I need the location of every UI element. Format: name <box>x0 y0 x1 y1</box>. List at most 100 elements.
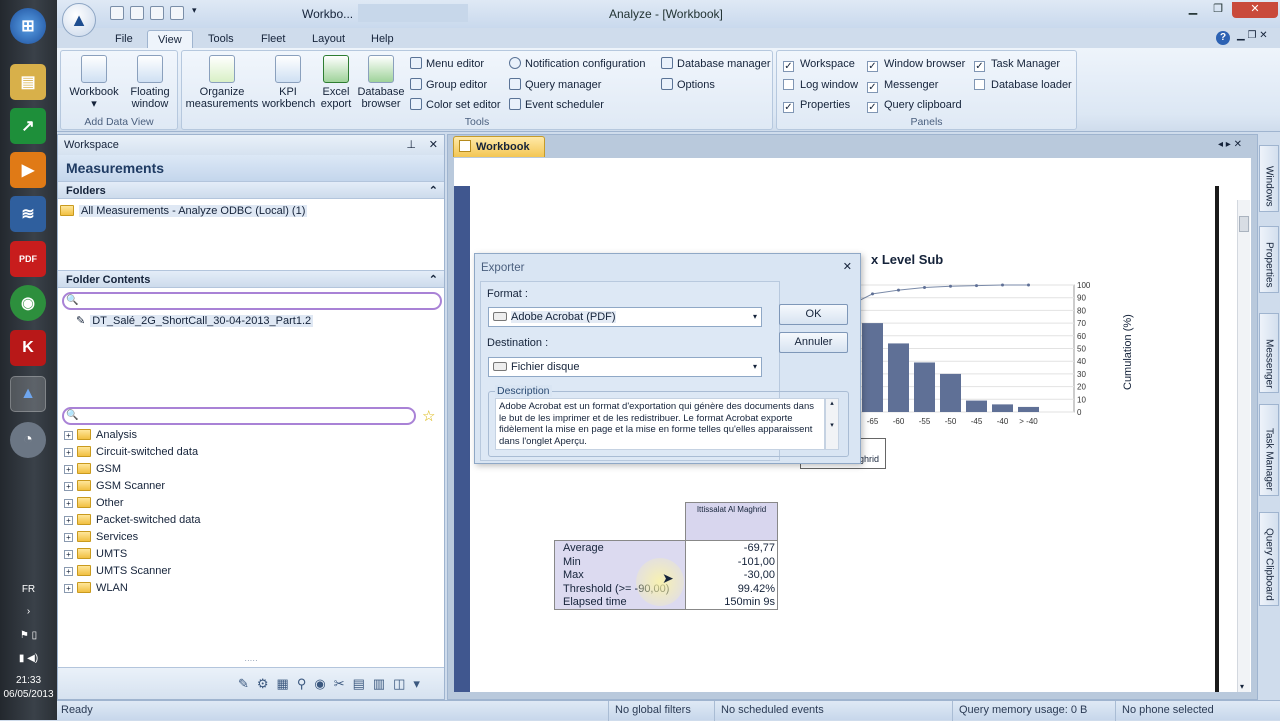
analyze-app-icon[interactable]: ▲ <box>10 376 46 412</box>
side-tab-task-manager[interactable]: Task Manager <box>1259 404 1279 496</box>
menu-editor-button[interactable]: Menu editor <box>410 56 484 72</box>
clock-date[interactable]: 06/05/2013 <box>0 689 57 700</box>
scroll-thumb[interactable] <box>1239 216 1249 232</box>
dialog-close-icon[interactable]: ✕ <box>843 260 852 273</box>
side-tab-query-clipboard[interactable]: Query Clipboard <box>1259 512 1279 606</box>
scroll-down-icon[interactable]: ▾ <box>1240 682 1244 691</box>
collapse-icon[interactable]: ⌃ <box>429 182 438 200</box>
pin-icon[interactable]: ⊥ <box>406 135 416 155</box>
close-button[interactable]: ✕ <box>1232 2 1278 18</box>
start-button-icon[interactable]: ⊞ <box>10 8 46 44</box>
measurement-file-item[interactable]: ✎ DT_Salé_2G_ShortCall_30-04-2013_Part1.2 <box>76 313 314 329</box>
side-tab-messenger[interactable]: Messenger <box>1259 313 1279 393</box>
quick-folder-icon[interactable] <box>110 6 124 20</box>
tree-item[interactable]: + Packet-switched data <box>64 512 201 528</box>
event-scheduler-button[interactable]: Event scheduler <box>509 97 604 113</box>
ok-button[interactable]: OK <box>779 304 848 325</box>
tab-view[interactable]: View <box>147 30 193 48</box>
restore-button[interactable]: ❐ <box>1205 2 1231 18</box>
splitter-grip[interactable]: ····· <box>58 657 444 665</box>
contents-search-input[interactable]: 🔍 <box>62 292 442 310</box>
folders-header[interactable]: Folders ⌃ <box>58 181 444 199</box>
media-player-icon[interactable]: ▶ <box>10 152 46 188</box>
tray-icons[interactable]: ⚑ ▯ <box>0 630 57 641</box>
tab-tools[interactable]: Tools <box>198 30 244 48</box>
tree-item[interactable]: + UMTS Scanner <box>64 563 171 579</box>
tree-item[interactable]: + GSM Scanner <box>64 478 165 494</box>
workbook-button[interactable]: Workbook ▾ <box>65 55 123 110</box>
side-tab-properties[interactable]: Properties <box>1259 226 1279 293</box>
kaspersky-icon[interactable]: K <box>10 330 46 366</box>
folder-contents-header[interactable]: Folder Contents ⌃ <box>58 270 444 288</box>
panel-properties-checkbox[interactable]: ✓ Properties <box>783 97 850 113</box>
tree-item[interactable]: + UMTS <box>64 546 127 562</box>
folder-icon <box>77 497 91 508</box>
quick-print-icon[interactable] <box>130 6 144 20</box>
toolbar-icons[interactable]: ✎⚙▦⚲◉✂▤▥◫▾ <box>238 676 428 692</box>
explorer-icon[interactable]: ▤ <box>10 64 46 100</box>
database-browser-button[interactable]: Database browser <box>356 55 406 110</box>
notification-configuration-button[interactable]: Notification configuration <box>509 56 645 72</box>
ribbon-minimize-icon[interactable]: ▁ ❐ ✕ <box>1237 30 1268 41</box>
query-manager-button[interactable]: Query manager <box>509 77 601 93</box>
floating-window-button[interactable]: Floating window <box>123 55 177 110</box>
tree-item[interactable]: + Services <box>64 529 138 545</box>
folder-all-measurements[interactable]: All Measurements - Analyze ODBC (Local) … <box>60 203 308 219</box>
minimize-button[interactable]: ▁ <box>1180 2 1206 18</box>
description-scrollbar[interactable]: ▴ ▾ <box>825 398 839 450</box>
quick-save-icon[interactable] <box>150 6 164 20</box>
panel-messenger-checkbox[interactable]: ✓ Messenger <box>867 77 938 93</box>
application-logo-icon[interactable]: ▲ <box>62 3 96 37</box>
quick-access-dropdown-icon[interactable]: ▾ <box>192 5 197 16</box>
favorite-star-icon[interactable]: ☆ <box>422 407 435 425</box>
clock-time[interactable]: 21:33 <box>0 675 57 686</box>
panel-log-window-checkbox[interactable]: Log window <box>783 77 858 93</box>
tree-item[interactable]: + Circuit-switched data <box>64 444 198 460</box>
help-icon[interactable]: ? <box>1216 31 1230 45</box>
globe-app-icon[interactable]: ◉ <box>10 285 46 321</box>
tab-layout[interactable]: Layout <box>302 30 355 48</box>
tree-item[interactable]: + WLAN <box>64 580 128 596</box>
tray-volume-icon[interactable]: ▮ ◀) <box>0 653 57 664</box>
collapse-icon[interactable]: ⌃ <box>429 271 438 289</box>
doc-nav-icons[interactable]: ◂ ▸ ✕ <box>1218 139 1242 150</box>
panel-workspace-checkbox[interactable]: ✓ Workspace <box>783 56 855 72</box>
group-editor-button[interactable]: Group editor <box>410 77 487 93</box>
tray-expand-icon[interactable]: › <box>0 606 57 617</box>
chart-app-icon[interactable]: ↗ <box>10 108 46 144</box>
expand-icon: + <box>64 482 73 491</box>
side-tab-windows[interactable]: Windows <box>1259 145 1279 212</box>
tab-help[interactable]: Help <box>361 30 404 48</box>
cancel-button[interactable]: Annuler <box>779 332 848 353</box>
tree-item[interactable]: + GSM <box>64 461 121 477</box>
cursor-highlight <box>636 558 684 606</box>
language-indicator[interactable]: FR <box>0 584 57 595</box>
gauge-app-icon[interactable]: ◔ <box>10 422 46 458</box>
options-button[interactable]: Options <box>661 77 715 93</box>
database-manager-button[interactable]: Database manager <box>661 56 771 72</box>
panel-database-loader-checkbox[interactable]: Database loader <box>974 77 1072 93</box>
y2-tick-label: 20 <box>1077 383 1086 392</box>
panel-task-manager-checkbox[interactable]: ✓ Task Manager <box>974 56 1060 72</box>
cumulative-point <box>871 292 874 296</box>
wifi-app-icon[interactable]: ≋ <box>10 196 46 232</box>
workbook-tab[interactable]: Workbook <box>453 136 545 157</box>
panel-window-browser-checkbox[interactable]: ✓ Window browser <box>867 56 965 72</box>
destination-select[interactable]: Fichier disque ▾ <box>488 357 762 377</box>
workspace-close-icon[interactable]: ✕ <box>429 135 438 155</box>
format-select[interactable]: Adobe Acrobat (PDF) ▾ <box>488 307 762 327</box>
tab-fleet[interactable]: Fleet <box>251 30 295 48</box>
tree-item[interactable]: + Other <box>64 495 124 511</box>
vertical-scrollbar[interactable]: ▾ <box>1237 200 1250 692</box>
color-set-editor-button[interactable]: Color set editor <box>410 97 501 113</box>
excel-export-button[interactable]: Excel export <box>318 55 354 110</box>
expand-icon: + <box>64 584 73 593</box>
pdf-app-icon[interactable]: PDF <box>10 241 46 277</box>
tab-file[interactable]: File <box>105 30 143 48</box>
kpi-workbench-button[interactable]: KPI workbench <box>262 55 315 110</box>
quick-close-icon[interactable] <box>170 6 184 20</box>
tree-search-input[interactable]: 🔍 <box>62 407 416 425</box>
tree-item[interactable]: + Analysis <box>64 427 137 443</box>
organize-measurements-button[interactable]: Organize measurements <box>184 55 260 110</box>
panel-query-clipboard-checkbox[interactable]: ✓ Query clipboard <box>867 97 962 113</box>
